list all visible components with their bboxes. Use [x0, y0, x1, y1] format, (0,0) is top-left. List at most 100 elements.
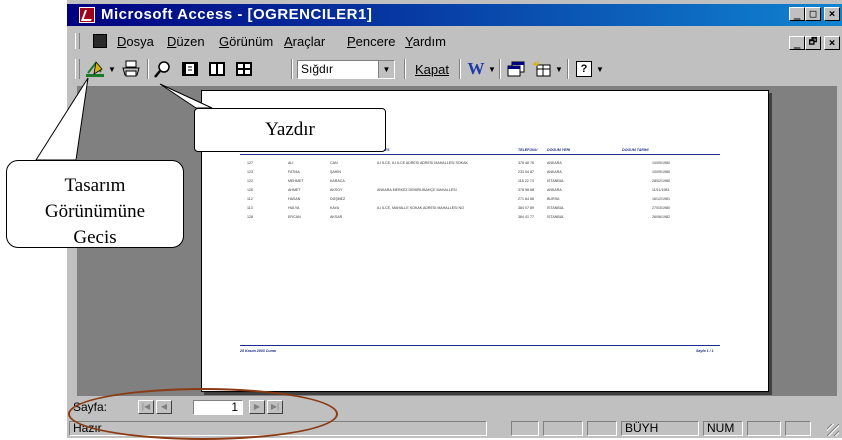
report-footer-page: Sayfa 1 / 1	[696, 349, 714, 353]
word-export-icon[interactable]: W	[465, 59, 487, 79]
report-cell: 113	[247, 206, 253, 210]
report-cell: 122	[247, 179, 253, 183]
toolbar-separator	[147, 59, 149, 79]
new-object-dropdown[interactable]: ▼	[555, 59, 563, 79]
design-view-callout: Tasarım Görünümüne Gecis	[6, 160, 184, 248]
zoom-combo[interactable]: Sığdır ▼	[297, 60, 395, 79]
report-cell: CAN	[330, 161, 338, 165]
report-cell: ANKARA	[547, 188, 562, 192]
menu-grip[interactable]	[75, 33, 80, 49]
report-cell: ANKARA	[547, 161, 562, 165]
toolbar-separator	[404, 59, 406, 79]
toolbar-separator	[499, 59, 501, 79]
report-cell: 10/09/1980	[652, 161, 670, 165]
close-button[interactable]: ×	[824, 7, 840, 21]
report-cell: KARACA	[330, 179, 345, 183]
multiple-pages-icon	[236, 62, 252, 76]
new-object-button[interactable]	[530, 59, 554, 79]
report-cell: 127	[247, 161, 253, 165]
menu-bar: Dosya Düzen Görünüm Araçlar Pencere Yard…	[67, 30, 842, 52]
toolbar-separator	[459, 59, 461, 79]
two-pages-icon	[209, 62, 225, 76]
report-cell: İSTANBUL	[547, 179, 565, 183]
report-footer-rule	[240, 345, 720, 346]
view-dropdown-arrow[interactable]: ▼	[108, 59, 116, 79]
menu-yardim[interactable]: Yardım	[405, 34, 446, 49]
report-header-rule	[240, 154, 720, 155]
report-cell: 376 48 76	[518, 161, 534, 165]
menu-pencere[interactable]: Pencere	[347, 34, 395, 49]
report-col-header: DOGUM TARIHI	[622, 148, 649, 152]
doc-minimize-button[interactable]: _	[789, 36, 805, 50]
report-cell: 378 98 68	[518, 188, 534, 192]
two-pages-button[interactable]	[205, 59, 229, 79]
report-cell: 26/06/1982	[652, 215, 670, 219]
design-view-button[interactable]	[83, 59, 107, 79]
status-panel	[785, 421, 811, 436]
num-lock-indicator: NUM	[703, 421, 743, 436]
help-button[interactable]: ?	[573, 59, 595, 79]
navigation-highlight-ellipse	[68, 388, 338, 440]
design-view-icon	[86, 61, 104, 77]
title-bar[interactable]: Microsoft Access - [OGRENCILER1] _ □ ×	[67, 4, 842, 26]
office-links-dropdown[interactable]: ▼	[488, 59, 496, 79]
toolbar-separator	[291, 59, 293, 79]
menu-duzen[interactable]: Düzen	[167, 34, 205, 49]
report-cell: 384 07 89	[518, 206, 534, 210]
close-preview-button[interactable]: Kapat	[409, 59, 455, 79]
access-key-icon[interactable]	[79, 7, 95, 23]
report-footer-date: 25 Kasım 2003 Cuma	[240, 349, 276, 353]
report-cell: 115 22 74	[518, 179, 534, 183]
chevron-down-icon[interactable]: ▼	[378, 61, 394, 78]
report-cell: 128	[247, 215, 253, 219]
magnifier-icon	[154, 61, 170, 78]
report-cell: HÜLYA	[288, 206, 300, 210]
report-cell: ERCAN	[288, 215, 301, 219]
report-cell: 384 41 77	[518, 215, 534, 219]
report-cell: DÜŞMEZ	[330, 197, 346, 201]
maximize-button[interactable]: □	[805, 7, 821, 21]
toolbar-options-dropdown[interactable]: ▼	[596, 59, 604, 79]
database-window-icon	[507, 61, 525, 77]
doc-restore-button[interactable]: 🗗	[805, 36, 821, 50]
toolbar-grip[interactable]	[75, 59, 80, 79]
help-icon: ?	[576, 61, 592, 77]
report-cell: 123	[247, 170, 253, 174]
doc-close-button[interactable]: ×	[824, 36, 840, 50]
report-col-header: TELEFONU	[518, 148, 538, 152]
report-cell: ILI ILCE, MAHALLE SOKAK ADRESI MAHALLESI…	[377, 206, 464, 210]
report-cell: İSTANBUL	[547, 206, 565, 210]
one-page-button[interactable]	[178, 59, 202, 79]
report-cell: 126	[247, 188, 253, 192]
database-window-button[interactable]	[504, 59, 528, 79]
report-cell: AHMET	[288, 188, 301, 192]
one-page-icon	[182, 62, 198, 76]
print-preview-area[interactable]: NO ADI SOYADI ADRES TELEFONU DOGUM YERI …	[77, 86, 837, 396]
menu-dosya[interactable]: Dosya	[117, 34, 154, 49]
status-panel	[543, 421, 583, 436]
report-cell: HASAN	[288, 197, 301, 201]
report-cell: BURSA	[547, 197, 560, 201]
new-object-icon	[533, 61, 551, 77]
resize-grip[interactable]	[827, 424, 839, 436]
report-cell: 233 54 87	[518, 170, 534, 174]
report-cell: 28/02/1980	[652, 179, 670, 183]
report-cell: KAYA	[330, 206, 340, 210]
multiple-pages-button[interactable]	[232, 59, 256, 79]
report-cell: FATMA	[288, 170, 300, 174]
report-cell: 11/11/1981	[652, 188, 670, 192]
print-callout: Yazdır	[194, 108, 386, 152]
printer-icon	[122, 60, 140, 77]
report-cell: ILI ILCE, ILI ILCE ADRESI ADRESI MAHALLE…	[377, 161, 468, 165]
document-icon[interactable]	[93, 34, 107, 48]
menu-gorunum[interactable]: Görünüm	[219, 34, 273, 49]
menu-araclar[interactable]: Araçlar	[284, 34, 325, 49]
report-col-header: DOGUM YERI	[547, 148, 571, 152]
window-title: Microsoft Access - [OGRENCILER1]	[101, 6, 373, 23]
print-button[interactable]	[119, 59, 143, 79]
zoom-button[interactable]	[151, 59, 175, 79]
minimize-button[interactable]: _	[789, 7, 805, 21]
report-cell: AKSOY	[330, 188, 343, 192]
report-cell: ALI	[288, 161, 294, 165]
report-cell: ANKARA	[547, 170, 562, 174]
